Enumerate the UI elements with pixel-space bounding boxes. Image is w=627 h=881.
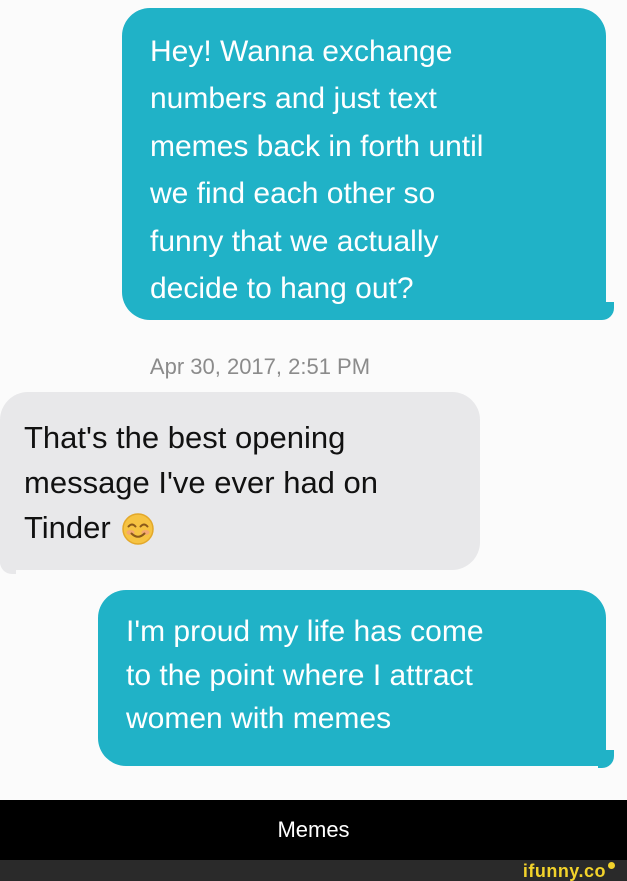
message-text: Hey! Wanna exchange numbers and just tex… — [150, 35, 484, 305]
bubble-tail — [598, 750, 614, 768]
smiling-face-with-smiling-eyes-icon — [122, 513, 155, 545]
bubble-tail — [0, 556, 16, 574]
watermark-bar: ifunny.co — [0, 860, 627, 881]
incoming-message-bubble: That's the best opening message I've eve… — [0, 392, 480, 570]
outgoing-message-bubble: Hey! Wanna exchange numbers and just tex… — [122, 8, 606, 320]
outgoing-message-bubble: I'm proud my life has come to the point … — [98, 590, 606, 766]
caption-bar: Memes — [0, 800, 627, 860]
watermark-text: ifunny.co — [522, 861, 606, 881]
message-thread: Hey! Wanna exchange numbers and just tex… — [0, 0, 627, 795]
message-text: I'm proud my life has come to the point … — [126, 615, 484, 735]
watermark-dot-icon — [608, 862, 615, 869]
message-timestamp: Apr 30, 2017, 2:51 PM — [149, 354, 371, 379]
caption-text: Memes — [277, 817, 350, 842]
message-text: That's the best opening message I've eve… — [24, 420, 379, 545]
ifunny-watermark-logo: ifunny.co — [523, 862, 615, 880]
screenshot: Hey! Wanna exchange numbers and just tex… — [0, 0, 627, 881]
bubble-tail — [598, 302, 614, 320]
